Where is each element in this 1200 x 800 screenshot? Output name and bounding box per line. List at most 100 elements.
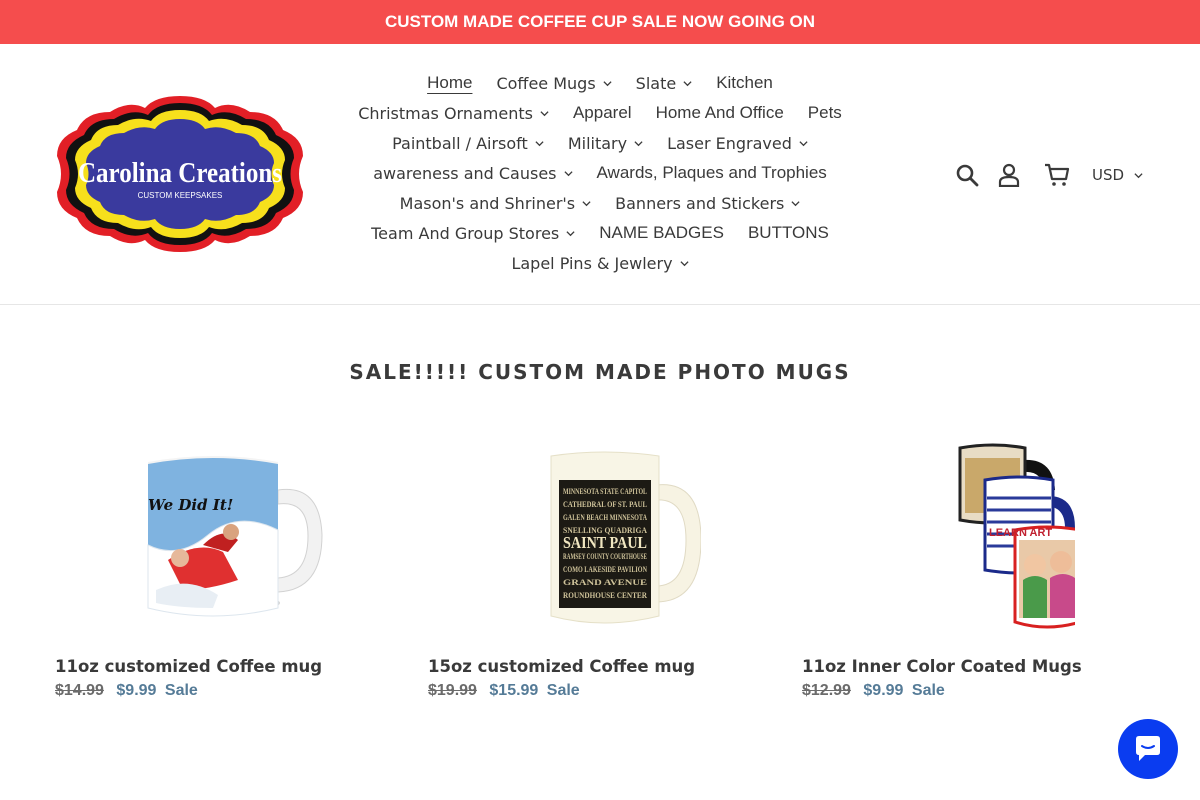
nav-row: Mason's and Shriner's Banners and Sticker…: [330, 188, 870, 218]
nav-item-label: Mason's and Shriner's: [399, 193, 576, 213]
sale-label: Sale: [164, 682, 198, 699]
mug-print-line: SAINT PAUL: [563, 533, 647, 552]
nav-item-label: Paintball / Airsoft: [392, 133, 528, 153]
sale-label: Sale: [911, 682, 945, 699]
chevron-down-icon: [563, 170, 573, 176]
regular-price: $19.99: [428, 682, 477, 699]
nav-item-label: Christmas Ornaments: [358, 103, 533, 123]
mug-print-line: GALEN BEACH MINNESOTA: [563, 513, 647, 522]
product-title[interactable]: 11oz customized Coffee mug: [55, 657, 400, 676]
nav-item-label: Apparel: [572, 103, 632, 122]
store-logo[interactable]: Carolina Creations CUSTOM KEEPSAKES: [55, 94, 305, 254]
mug-print-line: GRAND AVENUE: [563, 578, 647, 587]
mug-print-line: ROUNDHOUSE CENTER: [563, 591, 647, 600]
sale-price: $9.99: [116, 682, 157, 699]
mug-print-line: COMO LAKESIDE PAVILION: [563, 565, 647, 574]
sale-price: $15.99: [489, 682, 539, 699]
sale-label: Sale: [546, 682, 580, 699]
product-prices: $12.99 $9.99 Sale: [802, 682, 1147, 700]
regular-price: $12.99: [802, 682, 851, 699]
chevron-down-icon: [634, 140, 643, 146]
nav-item-coffee-mugs[interactable]: Coffee Mugs: [496, 73, 612, 93]
nav-item-name-badges[interactable]: NAME BADGES: [599, 223, 724, 243]
nav-row: Paintball / Airsoft Military Laser Engrave…: [330, 128, 870, 158]
announcement-text: CUSTOM MADE COFFEE CUP SALE NOW GOING ON: [384, 12, 816, 31]
nav-item-banners-and-stickers[interactable]: Banners and Stickers: [615, 194, 800, 213]
currency-selector[interactable]: USD: [1092, 166, 1143, 184]
chevron-down-icon: [603, 80, 612, 86]
nav-item-label: Awards, Plaques and Trophies: [596, 163, 827, 182]
product-image[interactable]: MINNESOTA STATE CAPITOL CATHEDRAL OF ST. …: [428, 440, 773, 640]
product-image[interactable]: LEARN ART: [802, 440, 1147, 640]
nav-item-paintball-airsoft[interactable]: Paintball / Airsoft: [392, 134, 544, 153]
chevron-down-icon: [799, 140, 808, 146]
nav-item-pets[interactable]: Pets: [808, 103, 842, 123]
nav-item-home[interactable]: Home: [427, 73, 472, 93]
chevron-down-icon: [679, 260, 689, 266]
nav-item-awards-plaques-and-trophies[interactable]: Awards, Plaques and Trophies: [597, 163, 827, 183]
nav-item-mason-s-and-shriner-s[interactable]: Mason's and Shriner's: [400, 194, 592, 213]
product-image[interactable]: We Did It!: [55, 440, 400, 640]
nav-item-apparel[interactable]: Apparel: [573, 103, 632, 123]
product-title[interactable]: 11oz Inner Color Coated Mugs: [802, 657, 1147, 676]
nav-item-label: Team And Group Stores: [371, 223, 560, 243]
nav-row: Lapel Pins & Jewlery: [330, 248, 870, 278]
product-prices: $19.99 $15.99 Sale: [428, 682, 773, 700]
nav-item-label: Military: [567, 133, 628, 153]
nav-item-kitchen[interactable]: Kitchen: [716, 73, 773, 93]
mug-print-line: CATHEDRAL OF ST. PAUL: [563, 500, 647, 509]
main-navigation: Home Coffee Mugs Slate Kitchen Christmas Orn…: [330, 68, 870, 278]
chevron-down-icon: [683, 80, 692, 86]
cart-icon[interactable]: [1040, 158, 1074, 192]
logo-name: Carolina Creations: [78, 158, 282, 189]
sale-price: $9.99: [863, 682, 904, 699]
chat-button[interactable]: [1118, 719, 1178, 779]
nav-item-label: Laser Engraved: [667, 133, 792, 153]
nav-item-buttons[interactable]: BUTTONS: [748, 223, 829, 243]
product-card[interactable]: MINNESOTA STATE CAPITOL CATHEDRAL OF ST. …: [428, 440, 773, 700]
nav-item-label: Home: [427, 73, 473, 92]
nav-item-home-and-office[interactable]: Home And Office: [656, 103, 784, 123]
nav-item-laser-engraved[interactable]: Laser Engraved: [667, 134, 808, 153]
nav-item-slate[interactable]: Slate: [636, 74, 693, 93]
product-title[interactable]: 15oz customized Coffee mug: [428, 657, 773, 676]
announcement-bar: CUSTOM MADE COFFEE CUP SALE NOW GOING ON: [0, 0, 1200, 44]
chevron-down-icon: [535, 140, 544, 146]
nav-item-label: Coffee Mugs: [496, 73, 596, 93]
nav-item-awareness-and-causes[interactable]: awareness and Causes: [373, 163, 573, 183]
nav-item-label: Kitchen: [716, 73, 773, 92]
search-icon[interactable]: [950, 158, 984, 192]
nav-item-label: Pets: [807, 103, 842, 122]
nav-item-label: awareness and Causes: [373, 163, 557, 183]
logo-tagline: CUSTOM KEEPSAKES: [138, 191, 223, 200]
nav-item-christmas-ornaments[interactable]: Christmas Ornaments: [358, 104, 549, 123]
chevron-down-icon: [791, 200, 800, 206]
nav-item-label: Home And Office: [655, 103, 784, 122]
product-card[interactable]: LEARN ART 11oz Inner Color Coated Mugs $…: [802, 440, 1147, 700]
nav-item-lapel-pins-jewlery[interactable]: Lapel Pins & Jewlery: [511, 253, 689, 273]
product-prices: $14.99 $9.99 Sale: [55, 682, 400, 700]
nav-item-military[interactable]: Military: [568, 134, 643, 153]
chevron-down-icon: [1134, 172, 1143, 178]
nav-item-label: NAME BADGES: [599, 223, 724, 242]
nav-item-label: Lapel Pins & Jewlery: [511, 253, 673, 273]
chevron-down-icon: [540, 110, 549, 116]
collection-title: SALE!!!!! CUSTOM MADE PHOTO MUGS: [349, 360, 851, 384]
nav-row: Christmas Ornaments Apparel Home And Offic…: [330, 98, 870, 128]
product-card[interactable]: We Did It! 11oz customized Coffee mug $1…: [55, 440, 400, 700]
nav-item-team-and-group-stores[interactable]: Team And Group Stores: [371, 224, 575, 243]
product-image-caption: LEARN ART: [989, 527, 1052, 539]
mug-print-line: MINNESOTA STATE CAPITOL: [563, 487, 647, 496]
nav-row: Home Coffee Mugs Slate Kitchen: [330, 68, 870, 98]
nav-item-label: Slate: [635, 73, 677, 93]
product-image-caption: We Did It!: [148, 496, 233, 514]
header-tools: USD: [950, 158, 1143, 192]
nav-row: Team And Group Stores NAME BADGES BUTTONS: [330, 218, 870, 248]
account-icon[interactable]: [992, 158, 1026, 192]
currency-label: USD: [1092, 166, 1125, 184]
header-divider: [0, 304, 1200, 305]
nav-item-label: BUTTONS: [747, 223, 829, 242]
mug-print-line: RAMSEY COUNTY COURTHOUSE: [563, 552, 647, 561]
regular-price: $14.99: [55, 682, 104, 699]
nav-item-label: Banners and Stickers: [615, 193, 785, 213]
